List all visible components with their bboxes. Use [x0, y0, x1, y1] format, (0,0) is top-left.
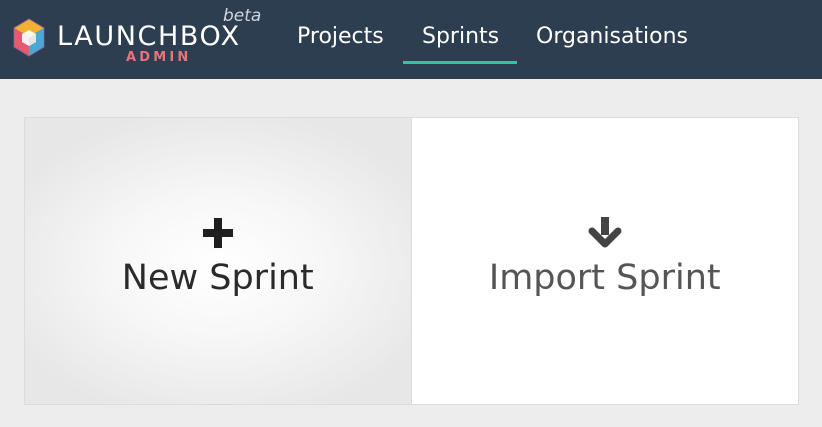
import-sprint-button[interactable]: Import Sprint: [411, 118, 798, 404]
plus-icon: [201, 216, 235, 250]
arrow-down-icon: [588, 216, 622, 250]
sprint-actions-panel: New Sprint Import Sprint: [24, 117, 799, 405]
beta-label: beta: [223, 6, 262, 26]
nav-projects[interactable]: Projects: [297, 0, 384, 79]
top-navigation-bar: LAUNCHBOX beta ADMIN Projects Sprints Or…: [0, 0, 822, 79]
nav-sprints[interactable]: Sprints: [422, 0, 499, 79]
launchbox-logo-icon[interactable]: [12, 18, 46, 58]
new-sprint-button[interactable]: New Sprint: [25, 118, 412, 404]
nav-organisations[interactable]: Organisations: [536, 0, 688, 79]
admin-label: ADMIN: [126, 50, 192, 65]
new-sprint-label: New Sprint: [121, 258, 314, 298]
brand-name: LAUNCHBOX: [57, 21, 241, 52]
active-tab-underline: [403, 61, 517, 64]
import-sprint-label: Import Sprint: [488, 258, 721, 298]
